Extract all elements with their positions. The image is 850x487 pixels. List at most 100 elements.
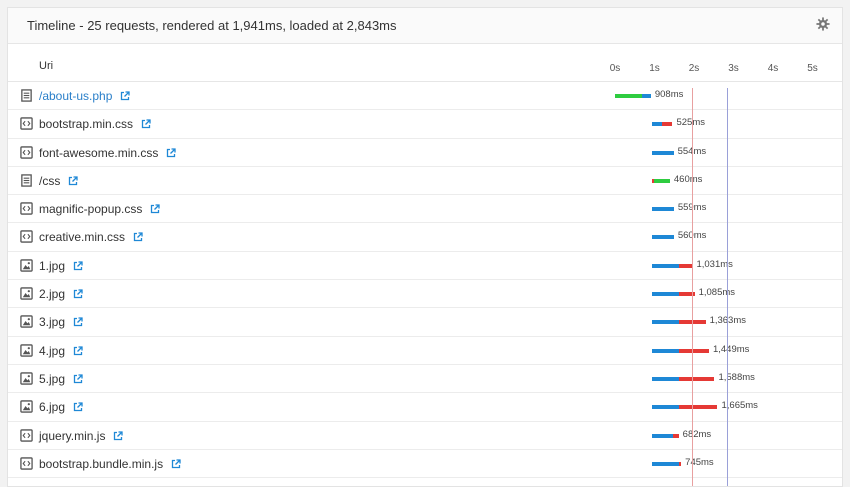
request-row[interactable]: 3.jpg1,363ms bbox=[8, 308, 842, 337]
request-timing-bar[interactable] bbox=[651, 263, 693, 268]
request-timing-bar[interactable] bbox=[651, 150, 674, 155]
request-uri-text[interactable]: 6.jpg bbox=[39, 400, 65, 414]
external-link-icon[interactable] bbox=[150, 204, 161, 214]
external-link-icon[interactable] bbox=[73, 317, 83, 327]
request-uri[interactable]: /css bbox=[39, 174, 78, 188]
request-timing-bar[interactable] bbox=[651, 348, 709, 353]
request-row[interactable]: font-awesome.min.css554ms bbox=[8, 139, 842, 167]
request-uri-text[interactable]: magnific-popup.css bbox=[39, 202, 142, 216]
request-uri[interactable]: bootstrap.bundle.min.js bbox=[39, 457, 181, 471]
request-uri-text[interactable]: bootstrap.min.css bbox=[39, 117, 133, 131]
request-timing-bar[interactable] bbox=[651, 207, 674, 212]
timing-segment-waiting bbox=[651, 122, 662, 127]
external-link-icon[interactable] bbox=[73, 346, 83, 356]
request-row[interactable]: /css 460ms bbox=[8, 167, 842, 196]
request-uri-text[interactable]: 4.jpg bbox=[39, 344, 65, 358]
request-row[interactable]: jquery.min.js 682ms bbox=[8, 422, 842, 450]
external-link-icon[interactable] bbox=[166, 147, 177, 158]
timing-segment-receiving bbox=[673, 433, 679, 438]
tick-label: 2s bbox=[688, 63, 700, 74]
code-file-icon bbox=[20, 230, 33, 244]
external-link-icon[interactable] bbox=[113, 430, 124, 441]
external-link-icon[interactable] bbox=[73, 289, 83, 299]
request-uri-text[interactable]: jquery.min.js bbox=[39, 429, 105, 443]
request-row[interactable]: bootstrap.min.css525ms bbox=[8, 110, 842, 139]
panel-header: Timeline - 25 requests, rendered at 1,94… bbox=[8, 8, 842, 44]
request-uri[interactable]: /about-us.php bbox=[39, 89, 131, 103]
request-row[interactable]: 6.jpg 1,665ms bbox=[8, 393, 842, 422]
timing-segment-waiting bbox=[651, 235, 674, 240]
external-link-icon[interactable] bbox=[120, 91, 131, 101]
request-uri[interactable]: 5.jpg bbox=[39, 372, 83, 386]
request-uri-text[interactable]: 5.jpg bbox=[39, 372, 65, 386]
request-row[interactable]: 4.jpg 1,449ms bbox=[8, 337, 842, 365]
request-row[interactable]: bootstrap.bundle.min.js 745ms bbox=[8, 450, 842, 479]
request-list: /about-us.php 908ms bootstrap.min.css525ms… bbox=[8, 82, 842, 479]
request-uri-text[interactable]: /about-us.php bbox=[39, 89, 112, 103]
loaded-marker-line bbox=[727, 88, 729, 486]
external-link-icon[interactable] bbox=[171, 459, 181, 469]
request-timing-bar[interactable] bbox=[651, 376, 715, 381]
request-uri-text[interactable]: creative.min.css bbox=[39, 230, 125, 244]
request-duration: 682ms bbox=[682, 428, 712, 440]
request-uri-text[interactable]: 1.jpg bbox=[39, 259, 65, 273]
request-uri[interactable]: 6.jpg bbox=[39, 400, 83, 414]
request-row[interactable]: /about-us.php 908ms bbox=[8, 82, 842, 111]
request-timing-bar[interactable] bbox=[651, 320, 706, 325]
request-duration: 1,449ms bbox=[712, 343, 750, 355]
external-link-icon[interactable] bbox=[73, 374, 83, 384]
request-row[interactable]: 2.jpg 1,085ms bbox=[8, 280, 842, 309]
timing-segment-receiving bbox=[678, 405, 718, 410]
request-duration: 908ms bbox=[654, 89, 684, 100]
external-link-icon[interactable] bbox=[68, 176, 78, 186]
timing-segment-receiving bbox=[661, 122, 673, 127]
request-uri-text[interactable]: 2.jpg bbox=[39, 287, 65, 301]
request-duration: 745ms bbox=[685, 456, 714, 468]
gear-icon[interactable] bbox=[816, 17, 830, 31]
request-uri-text[interactable]: font-awesome.min.css bbox=[39, 146, 158, 160]
document-icon bbox=[21, 89, 32, 102]
request-uri[interactable]: 4.jpg bbox=[39, 344, 83, 358]
request-uri-text[interactable]: bootstrap.bundle.min.js bbox=[39, 457, 163, 471]
request-uri[interactable]: creative.min.css bbox=[39, 230, 143, 244]
request-timing-bar[interactable] bbox=[615, 94, 651, 98]
request-uri-text[interactable]: /css bbox=[39, 174, 60, 188]
tick-label: 3s bbox=[728, 63, 739, 74]
image-file-icon bbox=[20, 315, 33, 329]
request-timing-bar[interactable] bbox=[651, 122, 673, 127]
request-timing-bar[interactable] bbox=[651, 292, 695, 297]
request-row[interactable]: 5.jpg 1,588ms bbox=[8, 365, 842, 394]
request-uri[interactable]: magnific-popup.css bbox=[39, 202, 161, 216]
request-timing-bar[interactable] bbox=[651, 235, 674, 240]
request-uri[interactable]: 1.jpg bbox=[39, 259, 83, 273]
request-uri[interactable]: 3.jpg bbox=[39, 315, 83, 329]
request-uri[interactable]: 2.jpg bbox=[39, 287, 83, 301]
request-timing-bar[interactable] bbox=[651, 433, 679, 438]
code-file-icon bbox=[20, 145, 33, 159]
code-file-icon bbox=[20, 457, 33, 470]
request-timing-bar[interactable] bbox=[651, 405, 718, 410]
code-file-icon bbox=[20, 202, 33, 215]
tick-label: 0s bbox=[609, 63, 621, 74]
request-uri[interactable]: jquery.min.js bbox=[39, 429, 124, 443]
request-uri-text[interactable]: 3.jpg bbox=[39, 315, 65, 329]
request-row[interactable]: 1.jpg 1,031ms bbox=[8, 252, 842, 281]
request-uri[interactable]: font-awesome.min.css bbox=[39, 146, 177, 160]
request-uri[interactable]: bootstrap.min.css bbox=[39, 117, 151, 131]
timing-segment-receiving bbox=[678, 348, 709, 353]
external-link-icon[interactable] bbox=[133, 232, 143, 242]
tick-label: 4s bbox=[767, 63, 779, 74]
panel-title: Timeline - 25 requests, rendered at 1,94… bbox=[27, 18, 397, 33]
request-row[interactable]: creative.min.css560ms bbox=[8, 223, 842, 252]
request-row[interactable]: magnific-popup.css559ms bbox=[8, 195, 842, 224]
external-link-icon[interactable] bbox=[141, 119, 151, 129]
image-file-icon bbox=[20, 372, 33, 385]
image-file-icon bbox=[20, 400, 33, 413]
timing-segment-receiving bbox=[678, 376, 715, 381]
external-link-icon[interactable] bbox=[73, 261, 83, 271]
external-link-icon[interactable] bbox=[73, 402, 83, 412]
timing-segment-waiting bbox=[651, 376, 679, 381]
request-timing-bar[interactable] bbox=[651, 461, 682, 466]
request-timing-bar[interactable] bbox=[651, 178, 670, 183]
timing-segment-waiting bbox=[642, 94, 651, 98]
